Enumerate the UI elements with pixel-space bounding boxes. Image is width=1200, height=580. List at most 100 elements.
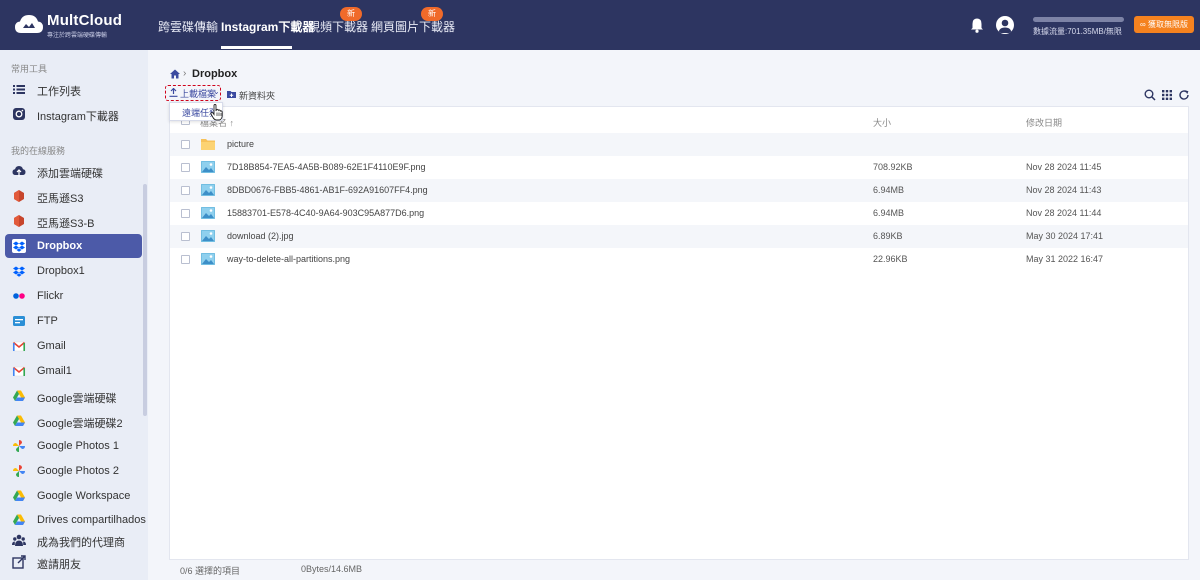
google-drive-icon (13, 490, 25, 501)
sidebar-item-label: 添加雲端硬碟 (37, 168, 103, 180)
column-header-size[interactable]: 大小 (873, 116, 891, 129)
file-date: May 30 2024 17:41 (1026, 231, 1104, 241)
sidebar-item-add-cloud[interactable]: 添加雲端硬碟 (5, 159, 142, 183)
file-name[interactable]: 8DBD0676-FBB5-4861-AB1F-692A91607FF4.png (227, 185, 428, 195)
gmail-icon (12, 341, 26, 352)
row-checkbox[interactable] (181, 255, 190, 264)
column-header-date[interactable]: 修改日期 (1026, 116, 1062, 129)
folder-icon (201, 139, 215, 150)
table-row[interactable]: download (2).jpg 6.89KB May 30 2024 17:4… (170, 225, 1188, 248)
sidebar-item-gmail[interactable]: Gmail (5, 334, 142, 358)
sidebar-item-label: Gmail (37, 340, 66, 352)
new-badge: 新 (340, 7, 362, 21)
sidebar-item-ftp[interactable]: FTP (5, 309, 142, 333)
row-checkbox[interactable] (181, 140, 190, 149)
sidebar-item-become-agent[interactable]: 成為我們的代理商 (5, 528, 142, 552)
breadcrumb-separator: › (183, 68, 187, 79)
search-icon[interactable] (1144, 89, 1156, 101)
flickr-icon (13, 293, 25, 299)
nav-image-downloader[interactable]: 網頁圖片下載器 (371, 18, 455, 35)
sidebar-item-google-drive[interactable]: Google雲端硬碟 (5, 384, 142, 408)
sidebar-section-common: 常用工具 (11, 64, 48, 74)
nav-active-indicator (221, 46, 292, 49)
file-size: 22.96KB (873, 254, 908, 264)
file-date: Nov 28 2024 11:45 (1026, 162, 1102, 172)
sidebar-item-invite-friends[interactable]: 邀請朋友 (5, 550, 142, 574)
dropbox-icon (12, 239, 26, 253)
list-icon (13, 85, 25, 94)
file-size: 6.94MB (873, 208, 905, 218)
infinity-icon: ∞ (1140, 20, 1148, 29)
sidebar-scrollbar[interactable] (143, 184, 147, 416)
dropbox-icon (13, 266, 25, 277)
sidebar-item-instagram[interactable]: Instagram下載器 (5, 102, 142, 126)
table-row[interactable]: picture (170, 133, 1188, 156)
multcloud-logo[interactable]: MultCloud 專注於跨雲端硬碟傳輸 (14, 9, 144, 41)
image-file-icon (201, 161, 215, 173)
google-drive-icon (13, 415, 25, 426)
sidebar-item-label: Google雲端硬碟2 (37, 418, 123, 430)
sidebar-item-google-workspace[interactable]: Google Workspace (5, 484, 142, 508)
traffic-text: 數據流量:701.35MB/無限 (1033, 27, 1122, 36)
sidebar-item-amazon-s3-b[interactable]: 亞馬遜S3-B (5, 209, 142, 233)
table-row[interactable]: way-to-delete-all-partitions.png 22.96KB… (170, 248, 1188, 271)
sidebar-item-label: FTP (37, 315, 58, 327)
table-row[interactable]: 15883701-E578-4C40-9A64-903C95A877D6.png… (170, 202, 1188, 225)
new-folder-button[interactable]: 新資料夾 (227, 89, 287, 101)
sidebar-item-google-photos-2[interactable]: Google Photos 2 (5, 459, 142, 483)
row-checkbox[interactable] (181, 186, 190, 195)
gmail-icon (12, 366, 26, 377)
file-size: 708.92KB (873, 162, 913, 172)
sidebar-item-label: Drives compartilhados (37, 514, 146, 526)
refresh-icon[interactable] (1178, 89, 1190, 101)
chevron-down-icon: ⌄ (213, 87, 220, 96)
sidebar-item-task-list[interactable]: 工作列表 (5, 77, 142, 101)
nav-instagram-downloader[interactable]: Instagram下載器 (221, 18, 314, 35)
sidebar-item-google-photos-1[interactable]: Google Photos 1 (5, 434, 142, 458)
row-checkbox[interactable] (181, 163, 190, 172)
upload-icon (169, 88, 178, 97)
sidebar-item-flickr[interactable]: Flickr (5, 284, 142, 308)
file-name[interactable]: 15883701-E578-4C40-9A64-903C95A877D6.png (227, 208, 424, 218)
get-unlimited-button[interactable]: ∞ 獲取無限版 (1134, 16, 1194, 33)
row-checkbox[interactable] (181, 232, 190, 241)
sidebar-item-label: 亞馬遜S3 (37, 193, 84, 205)
upload-file-button[interactable]: 上載檔案 ⌄ (165, 85, 221, 101)
sidebar-item-gmail1[interactable]: Gmail1 (5, 359, 142, 383)
sidebar-item-dropbox[interactable]: Dropbox (5, 234, 142, 258)
amazon-s3-icon (14, 190, 24, 202)
image-file-icon (201, 230, 215, 242)
nav-cloud-transfer[interactable]: 跨雲碟傳輸 (158, 18, 218, 35)
storage-status: 0Bytes/14.6MB (301, 564, 363, 574)
sidebar-item-google-drive-2[interactable]: Google雲端硬碟2 (5, 409, 142, 433)
file-name[interactable]: picture (227, 139, 254, 149)
google-photos-icon (13, 440, 25, 452)
sidebar-item-label: Google Photos 1 (37, 440, 119, 452)
top-bar: MultCloud 專注於跨雲端硬碟傳輸 跨雲碟傳輸 Instagram下載器 … (0, 0, 1200, 50)
sidebar-item-label: 亞馬遜S3-B (37, 218, 95, 230)
user-avatar-icon[interactable] (996, 16, 1014, 34)
row-checkbox[interactable] (181, 209, 190, 218)
sidebar-item-dropbox1[interactable]: Dropbox1 (5, 259, 142, 283)
new-folder-icon (227, 91, 236, 98)
home-icon[interactable] (170, 69, 180, 79)
bell-icon[interactable] (969, 17, 985, 33)
grid-view-icon[interactable] (1161, 89, 1173, 101)
file-name[interactable]: download (2).jpg (227, 231, 294, 241)
sidebar-item-label: Instagram下載器 (37, 111, 119, 123)
table-row[interactable]: 8DBD0676-FBB5-4861-AB1F-692A91607FF4.png… (170, 179, 1188, 202)
amazon-s3-icon (14, 215, 24, 227)
file-size: 6.89KB (873, 231, 903, 241)
file-date: May 31 2022 16:47 (1026, 254, 1104, 264)
sidebar-item-amazon-s3[interactable]: 亞馬遜S3 (5, 184, 142, 208)
sidebar-item-label: Google雲端硬碟 (37, 393, 117, 405)
table-row[interactable]: 7D18B854-7EA5-4A5B-B089-62E1F4110E9F.png… (170, 156, 1188, 179)
file-name[interactable]: way-to-delete-all-partitions.png (227, 254, 350, 264)
file-name[interactable]: 7D18B854-7EA5-4A5B-B089-62E1F4110E9F.png (227, 162, 425, 172)
breadcrumb-current[interactable]: Dropbox (192, 68, 237, 80)
traffic-progress-bar (1033, 17, 1124, 22)
nav-video-downloader[interactable]: 視頻下載器 (308, 18, 368, 35)
google-drive-icon (13, 390, 25, 401)
google-photos-icon (13, 465, 25, 477)
instagram-icon (13, 108, 25, 120)
